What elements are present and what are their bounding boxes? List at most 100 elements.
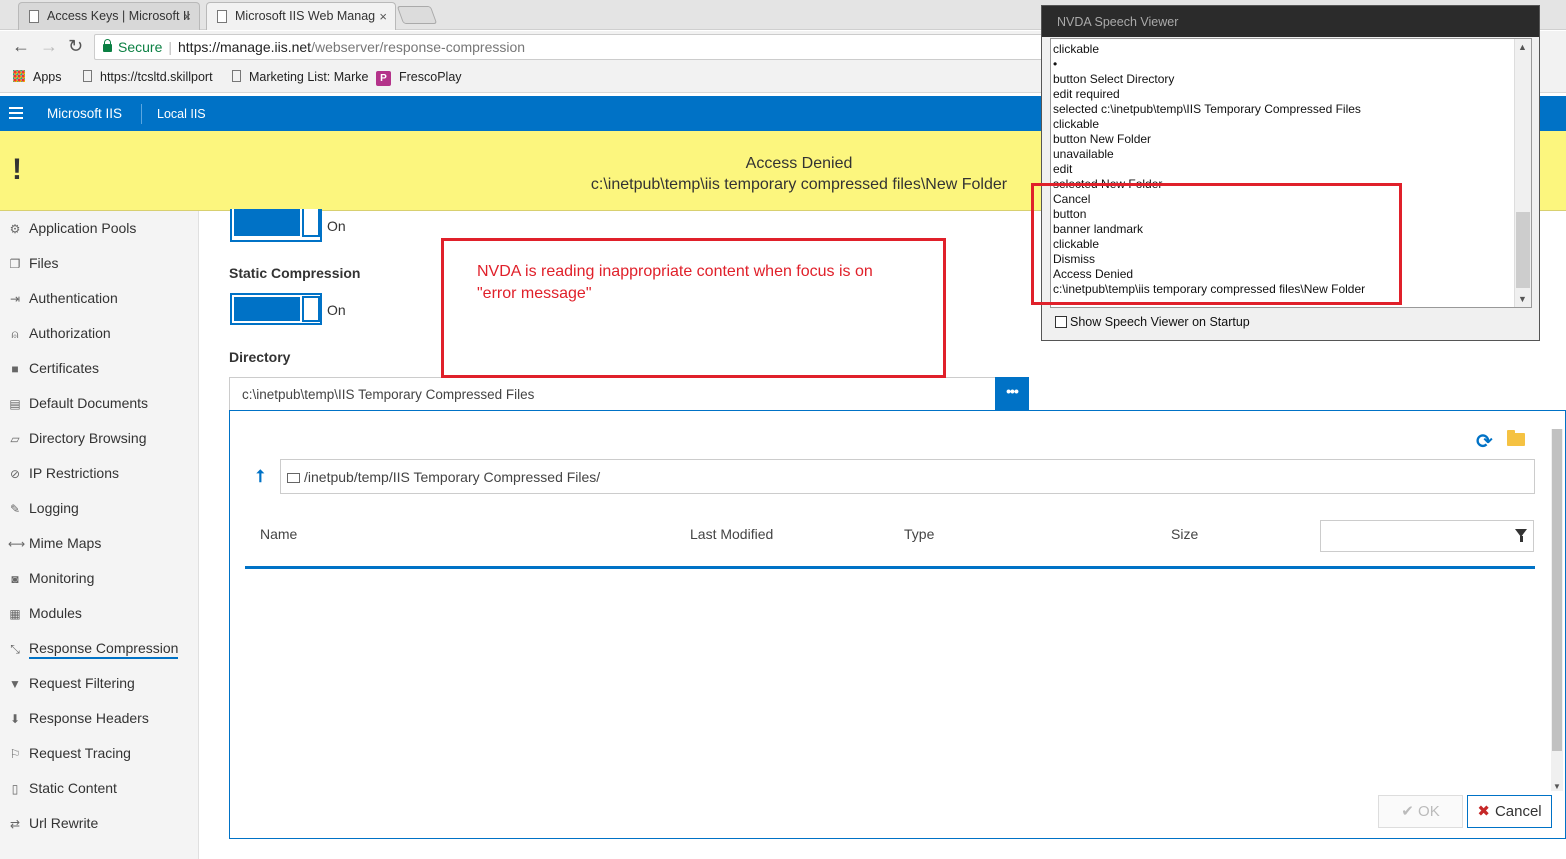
- ok-button[interactable]: ✔ OK: [1378, 795, 1463, 828]
- filter-input[interactable]: [1320, 520, 1534, 552]
- column-header-last-modified[interactable]: Last Modified: [690, 526, 773, 542]
- sidebar-item-application-pools[interactable]: ⚙ Application Pools: [8, 220, 137, 240]
- sidebar-item-certificates[interactable]: ■ Certificates: [8, 360, 99, 380]
- scrollbar-thumb[interactable]: [1552, 429, 1562, 751]
- user-icon: ⍝: [11, 327, 19, 341]
- sidebar-item-label: Authentication: [29, 290, 118, 306]
- scroll-down-arrow-icon[interactable]: ▼: [1553, 782, 1561, 791]
- sidebar-item-static-content[interactable]: ▯ Static Content: [8, 780, 117, 800]
- sidebar-item-logging[interactable]: ✎ Logging: [8, 500, 79, 520]
- close-tab-icon[interactable]: ×: [379, 9, 387, 24]
- show-on-startup-checkbox[interactable]: Show Speech Viewer on Startup: [1055, 315, 1250, 329]
- hamburger-menu-icon[interactable]: [9, 107, 23, 119]
- server-name[interactable]: Local IIS: [157, 107, 206, 121]
- refresh-icon[interactable]: ⟳: [1476, 429, 1493, 454]
- bookmark-skillport[interactable]: https://tcsltd.skillport: [83, 70, 213, 84]
- speech-line: button Select Directory: [1053, 72, 1175, 86]
- static-compression-toggle[interactable]: [230, 293, 322, 325]
- sidebar-item-authentication[interactable]: ⇥ Authentication: [8, 290, 118, 310]
- static-toggle-state: On: [327, 302, 346, 318]
- dynamic-compression-toggle[interactable]: [230, 209, 322, 242]
- directory-input[interactable]: c:\inetpub\temp\IIS Temporary Compressed…: [229, 377, 996, 411]
- speech-line: clickable: [1053, 42, 1100, 56]
- cancel-label: Cancel: [1494, 803, 1542, 820]
- browser-tab-access-keys[interactable]: Access Keys | Microsoft II ×: [18, 2, 200, 30]
- static-compression-label: Static Compression: [229, 265, 361, 281]
- sidebar-item-label: Response Compression: [29, 640, 179, 659]
- scroll-down-arrow-icon[interactable]: ▼: [1518, 294, 1527, 304]
- nvda-window-title: NVDA Speech Viewer: [1042, 6, 1539, 37]
- filter-icon: [1515, 529, 1527, 542]
- sidebar-item-authorization[interactable]: ⍝ Authorization: [8, 325, 110, 345]
- address-separator: |: [168, 39, 172, 55]
- page-icon: [29, 10, 39, 23]
- sidebar-item-response-headers[interactable]: ⬇ Response Headers: [8, 710, 149, 730]
- grid-icon: ▦: [9, 607, 21, 621]
- reload-icon[interactable]: ↻: [68, 36, 83, 57]
- column-header-type[interactable]: Type: [904, 526, 934, 542]
- path-input[interactable]: /inetpub/temp/IIS Temporary Compressed F…: [280, 459, 1535, 494]
- sign-in-icon: ⇥: [9, 292, 21, 306]
- nvda-scrollbar[interactable]: ▲ ▼: [1514, 39, 1531, 307]
- scroll-up-arrow-icon[interactable]: ▲: [1518, 42, 1527, 52]
- new-folder-icon[interactable]: [1507, 430, 1525, 446]
- speech-line: clickable: [1053, 117, 1100, 131]
- toggle-knob: [302, 209, 320, 237]
- folder-outline-icon: [287, 473, 300, 483]
- brand-title[interactable]: Microsoft IIS: [47, 106, 122, 121]
- new-tab-button[interactable]: [396, 6, 438, 24]
- arrow-down-icon: ⬇: [9, 712, 21, 726]
- sidebar-item-label: Application Pools: [29, 220, 137, 236]
- sidebar-item-label: Mime Maps: [29, 535, 102, 551]
- bookmark-label: https://tcsltd.skillport: [100, 70, 213, 84]
- secure-label: Secure: [118, 39, 163, 55]
- column-header-size[interactable]: Size: [1171, 526, 1198, 542]
- select-directory-button[interactable]: •••: [995, 377, 1029, 411]
- sidebar-item-modules[interactable]: ▦ Modules: [8, 605, 82, 625]
- filter-icon: ▼: [9, 677, 21, 691]
- sidebar-item-default-documents[interactable]: ▤ Default Documents: [8, 395, 148, 415]
- sidebar-item-request-filtering[interactable]: ▼ Request Filtering: [8, 675, 135, 695]
- sidebar-item-ip-restrictions[interactable]: ⊘ IP Restrictions: [8, 465, 119, 485]
- file-browser-panel: ⟳ ⭡ /inetpub/temp/IIS Temporary Compress…: [229, 410, 1566, 839]
- sidebar-item-directory-browsing[interactable]: ▱ Directory Browsing: [8, 430, 146, 450]
- sidebar-item-url-rewrite[interactable]: ⇄ Url Rewrite: [8, 815, 98, 835]
- bookmark-label: Marketing List: Marke: [249, 70, 369, 84]
- checkbox-box: [1055, 316, 1067, 328]
- sidebar-item-mime-maps[interactable]: ⟷ Mime Maps: [8, 535, 101, 555]
- ok-label: OK: [1418, 803, 1440, 820]
- sidebar-item-label: Files: [29, 255, 59, 271]
- forward-arrow-icon[interactable]: →: [40, 36, 58, 57]
- files-icon: ❐: [9, 257, 21, 271]
- parent-directory-icon[interactable]: ⭡: [256, 467, 264, 487]
- browser-tab-iis-manager[interactable]: Microsoft IIS Web Manag ×: [206, 2, 396, 30]
- lock-icon: [103, 39, 112, 52]
- arrows-h-icon: ⟷: [8, 537, 26, 551]
- document-icon: ▤: [9, 397, 21, 411]
- back-arrow-icon[interactable]: ←: [12, 36, 30, 57]
- toggle-knob: [302, 296, 320, 322]
- sidebar-item-monitoring[interactable]: ◙ Monitoring: [8, 570, 94, 590]
- folder-open-icon: ▱: [10, 432, 20, 446]
- close-tab-icon[interactable]: ×: [183, 9, 191, 24]
- address-bar[interactable]: Secure | https://manage.iis.net/webserver/…: [94, 34, 1044, 60]
- compress-icon: ⤡: [10, 642, 20, 656]
- toggle-fill: [234, 209, 300, 236]
- sidebar-item-response-compression[interactable]: ⤡ Response Compression: [8, 640, 179, 660]
- cancel-button[interactable]: ✖ Cancel: [1467, 795, 1552, 828]
- scrollbar-thumb[interactable]: [1516, 212, 1530, 288]
- column-header-name[interactable]: Name: [260, 526, 297, 542]
- bookmark-label: Apps: [33, 70, 62, 84]
- panel-scrollbar[interactable]: ▼: [1551, 429, 1563, 791]
- sidebar-item-label: Request Filtering: [29, 675, 135, 691]
- camera-icon: ◙: [11, 572, 19, 586]
- apps-grid-icon: [13, 70, 25, 82]
- sidebar-item-label: Monitoring: [29, 570, 95, 586]
- speech-line: unavailable: [1053, 147, 1114, 161]
- bookmark-apps[interactable]: Apps: [13, 70, 62, 84]
- sidebar-item-files[interactable]: ❐ Files: [8, 255, 59, 275]
- sidebar-item-request-tracing[interactable]: ⚐ Request Tracing: [8, 745, 131, 765]
- bookmark-frescoplay[interactable]: P FrescoPlay: [376, 70, 462, 86]
- bookmark-marketing-list[interactable]: Marketing List: Marke: [232, 70, 368, 84]
- tab-title: Microsoft IIS Web Manag: [235, 9, 376, 23]
